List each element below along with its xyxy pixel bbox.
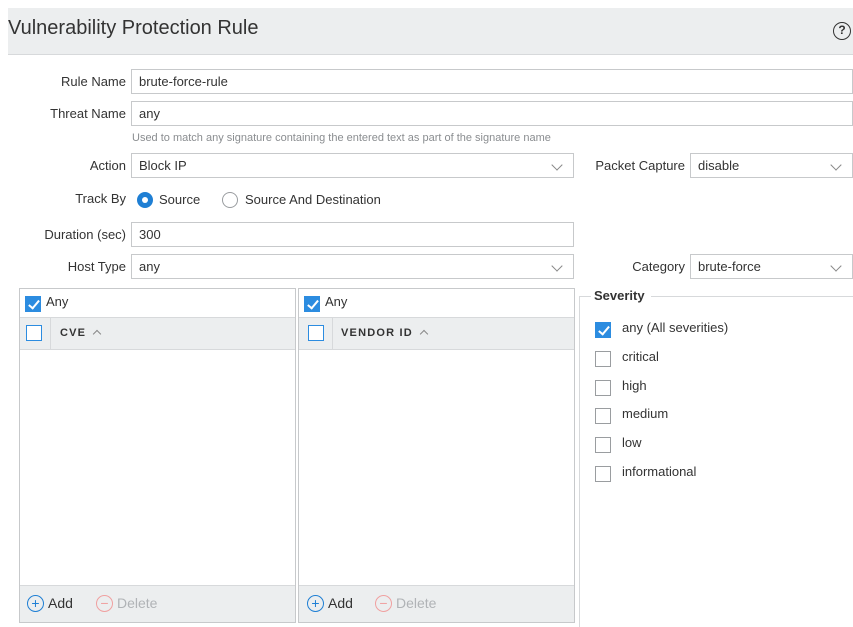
severity-any-label: any (All severities) — [622, 320, 729, 335]
dialog-header: Vulnerability Protection Rule ? — [8, 8, 853, 55]
severity-title: Severity — [591, 288, 651, 303]
duration-input[interactable]: 300 — [131, 222, 574, 247]
severity-high-label: high — [622, 378, 647, 393]
severity-fieldset — [579, 296, 853, 627]
duration-label: Duration (sec) — [44, 227, 126, 242]
rule-name-label: Rule Name — [60, 74, 126, 89]
vendor-grid-header: VENDOR ID — [299, 318, 574, 350]
vendor-any-row: Any — [299, 289, 574, 318]
action-label: Action — [89, 158, 126, 173]
cve-column-header[interactable]: CVE — [60, 327, 102, 339]
packet-capture-select[interactable]: disable — [690, 153, 853, 178]
cve-select-all-checkbox[interactable] — [26, 325, 42, 341]
category-select[interactable]: brute-force — [690, 254, 853, 279]
severity-medium-label: medium — [622, 406, 669, 421]
cve-any-label: Any — [46, 294, 69, 309]
track-by-source-destination-label: Source And Destination — [245, 192, 381, 207]
help-icon[interactable]: ? — [833, 22, 851, 40]
track-by-source-label: Source — [159, 192, 201, 207]
severity-low-checkbox[interactable] — [595, 437, 611, 453]
severity-critical-checkbox[interactable] — [595, 351, 611, 367]
vendor-grid-footer: + Add − Delete — [299, 585, 574, 622]
vendor-id-column-header[interactable]: VENDOR ID — [341, 327, 429, 339]
threat-name-input[interactable]: any — [131, 101, 853, 126]
cve-any-checkbox[interactable] — [25, 296, 41, 312]
host-type-label: Host Type — [67, 259, 126, 274]
host-type-select[interactable]: any — [131, 254, 574, 279]
severity-informational-checkbox[interactable] — [595, 466, 611, 482]
severity-low-label: low — [622, 435, 642, 450]
vendor-select-all-checkbox[interactable] — [308, 325, 324, 341]
threat-name-label: Threat Name — [50, 106, 126, 121]
packet-capture-label: Packet Capture — [595, 158, 685, 173]
vendor-delete-button[interactable]: − Delete — [375, 594, 436, 613]
sort-asc-icon — [419, 329, 429, 339]
cve-grid-footer: + Add − Delete — [20, 585, 295, 622]
track-by-label: Track By — [75, 191, 126, 206]
add-icon: + — [27, 594, 44, 612]
action-select[interactable]: Block IP — [131, 153, 574, 178]
severity-critical-label: critical — [622, 349, 659, 364]
track-by-source-destination-radio[interactable] — [222, 192, 238, 208]
severity-medium-checkbox[interactable] — [595, 408, 611, 424]
track-by-source-radio[interactable] — [137, 192, 153, 208]
severity-any-checkbox[interactable] — [595, 322, 611, 338]
vendor-any-checkbox[interactable] — [304, 296, 320, 312]
cve-grid: Any CVE + Add − Delete — [19, 288, 296, 623]
column-divider — [332, 318, 333, 349]
vendor-any-label: Any — [325, 294, 348, 309]
cve-delete-button[interactable]: − Delete — [96, 594, 157, 613]
vendor-id-grid: Any VENDOR ID + Add − Delete — [298, 288, 575, 623]
delete-icon: − — [96, 594, 113, 612]
cve-grid-header: CVE — [20, 318, 295, 350]
add-icon: + — [307, 594, 324, 612]
dialog-title: Vulnerability Protection Rule — [8, 17, 259, 39]
delete-icon: − — [375, 594, 392, 612]
severity-high-checkbox[interactable] — [595, 380, 611, 396]
threat-name-hint: Used to match any signature containing t… — [132, 132, 551, 144]
sort-asc-icon — [92, 329, 102, 339]
column-divider — [50, 318, 51, 349]
category-label: Category — [632, 259, 685, 274]
cve-add-button[interactable]: + Add — [27, 594, 73, 613]
vendor-add-button[interactable]: + Add — [307, 594, 353, 613]
severity-informational-label: informational — [622, 464, 697, 479]
rule-name-input[interactable]: brute-force-rule — [131, 69, 853, 94]
cve-any-row: Any — [20, 289, 295, 318]
